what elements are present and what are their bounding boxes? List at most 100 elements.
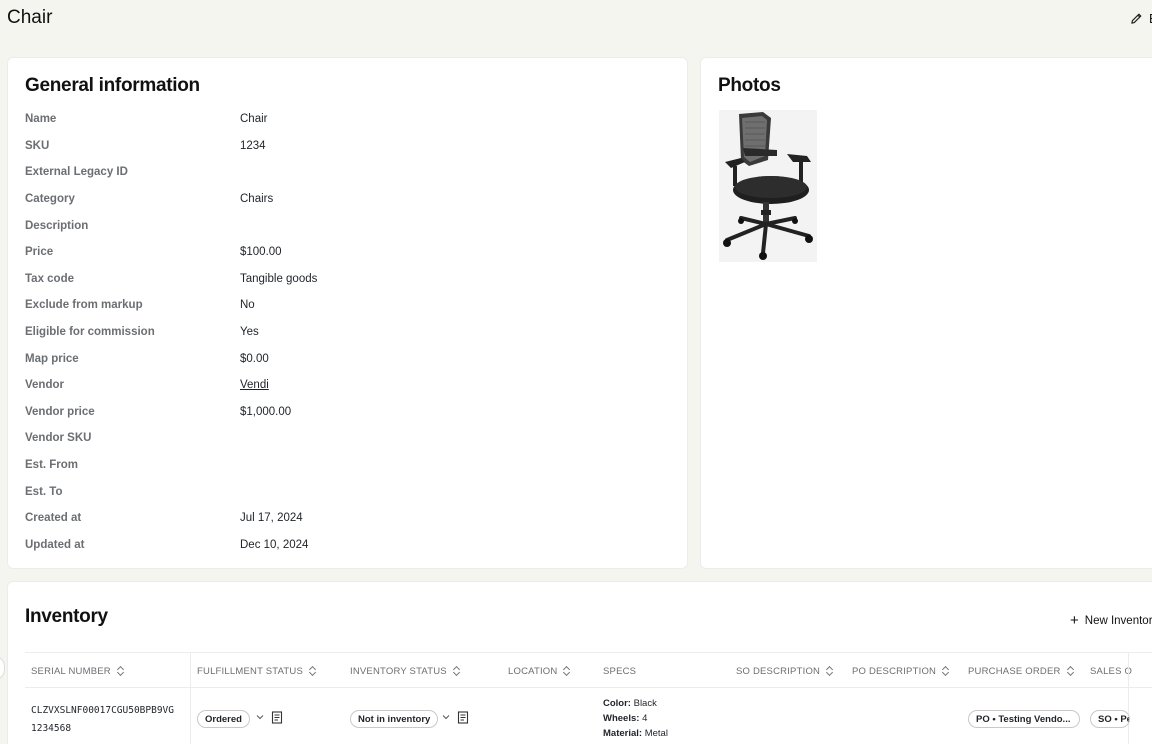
column-label: SO description: [736, 665, 821, 677]
column-header-po-description[interactable]: PO description: [852, 653, 949, 689]
sort-icon: [309, 666, 316, 676]
spec-material: Material: Metal: [603, 726, 668, 741]
purchase-order-link[interactable]: PO • Testing Vendo...: [968, 710, 1080, 728]
new-inventory-label: New Inventor: [1084, 614, 1152, 627]
column-label: Specs: [603, 665, 637, 677]
chevron-down-icon[interactable]: [442, 713, 450, 721]
spec-wheels: Wheels: 4: [603, 711, 668, 726]
info-row-tax-code: Tax code Tangible goods: [25, 266, 665, 293]
inventory-table-header: Serial number Fulfillment status Invento…: [25, 652, 1152, 688]
info-row-vendor-sku: Vendor SKU: [25, 425, 665, 452]
spec-key: Wheels:: [603, 713, 640, 724]
info-row-vendor: Vendor Vendi: [25, 372, 665, 399]
info-value: Chair: [240, 113, 268, 126]
column-header-inventory-status[interactable]: Inventory status: [350, 653, 460, 689]
info-label: Exclude from markup: [25, 299, 143, 312]
info-label: Map price: [25, 352, 79, 365]
column-label: Location: [508, 665, 558, 677]
sort-icon: [942, 666, 949, 676]
info-value: Chairs: [240, 193, 274, 206]
spec-value: 4: [642, 713, 648, 724]
general-information-heading: General information: [25, 75, 200, 96]
chair-photo[interactable]: [719, 110, 817, 262]
column-label: Inventory status: [350, 665, 447, 677]
info-row-price: Price $100.00: [25, 239, 665, 266]
column-label: Sales o: [1090, 665, 1133, 677]
sort-icon: [117, 666, 124, 676]
info-value: No: [240, 299, 255, 312]
inventory-card: Inventory + New Inventor Serial number F…: [7, 581, 1152, 744]
info-row-est-to: Est. To: [25, 478, 665, 505]
edit-button[interactable]: E: [1130, 11, 1152, 26]
info-value: $1,000.00: [240, 405, 292, 418]
sort-icon: [453, 666, 460, 676]
sidebar-toggle-handle[interactable]: [0, 655, 5, 681]
info-row-description: Description: [25, 212, 665, 239]
fulfillment-status-badge[interactable]: Ordered: [197, 710, 250, 728]
serial-number-cell: CLZVXSLNF00017CGU50BPB9VG 1234568: [31, 702, 174, 738]
pencil-icon: [1131, 13, 1142, 24]
info-label: Est. To: [25, 485, 63, 498]
info-row-created-at: Created at Jul 17, 2024: [25, 505, 665, 532]
column-header-specs: Specs: [603, 653, 636, 689]
info-row-category: Category Chairs: [25, 186, 665, 213]
photos-card: Photos: [700, 57, 1152, 569]
info-label: SKU: [25, 139, 50, 152]
info-label: Vendor price: [25, 405, 95, 418]
serial-number: CLZVXSLNF00017CGU50BPB9VG: [31, 705, 174, 716]
inventory-heading: Inventory: [25, 606, 108, 627]
vendor-link[interactable]: Vendi: [240, 379, 269, 391]
document-icon[interactable]: [271, 711, 283, 724]
info-label: Price: [25, 246, 54, 259]
info-label: Eligible for commission: [25, 326, 155, 339]
column-header-location[interactable]: Location: [508, 653, 570, 689]
column-header-serial-number[interactable]: Serial number: [31, 653, 124, 689]
info-label: Vendor: [25, 379, 64, 392]
info-label: External Legacy ID: [25, 166, 128, 179]
column-header-sales-order[interactable]: Sales o: [1090, 653, 1132, 689]
info-value: Dec 10, 2024: [240, 538, 309, 551]
plus-icon: +: [1070, 612, 1079, 629]
chevron-down-icon[interactable]: [256, 713, 264, 721]
info-value: $0.00: [240, 352, 269, 365]
info-label: Name: [25, 113, 57, 126]
info-label: Category: [25, 193, 75, 206]
table-row[interactable]: CLZVXSLNF00017CGU50BPB9VG 1234568 Ordere…: [25, 688, 1152, 744]
info-label: Description: [25, 219, 89, 232]
info-value: $100.00: [240, 246, 282, 259]
inventory-status-badge[interactable]: Not in inventory: [350, 710, 439, 728]
info-list: Name Chair SKU 1234 External Legacy ID Cat…: [25, 106, 665, 558]
column-header-fulfillment-status[interactable]: Fulfillment status: [197, 653, 316, 689]
column-label: PO description: [852, 665, 937, 677]
new-inventory-button[interactable]: + New Inventor: [1070, 613, 1152, 628]
info-row-eligible-for-commission: Eligible for commission Yes: [25, 319, 665, 346]
sort-icon: [1067, 666, 1074, 676]
document-icon[interactable]: [457, 711, 469, 724]
column-header-purchase-order[interactable]: Purchase order: [968, 653, 1074, 689]
spec-key: Material:: [603, 728, 643, 739]
sort-icon: [563, 666, 570, 676]
info-label: Tax code: [25, 272, 74, 285]
general-information-card: General information Name Chair SKU 1234 Ex…: [7, 57, 688, 569]
specs-cell: Color: Black Wheels: 4 Material: Metal: [603, 696, 668, 741]
info-value: Yes: [240, 326, 259, 339]
spec-value: Metal: [644, 728, 668, 739]
info-row-sku: SKU 1234: [25, 133, 665, 160]
info-row-vendor-price: Vendor price $1,000.00: [25, 399, 665, 426]
info-row-exclude-from-markup: Exclude from markup No: [25, 292, 665, 319]
info-label: Est. From: [25, 459, 79, 472]
spec-color: Color: Black: [603, 696, 668, 711]
sales-order-link[interactable]: SO • Pe: [1090, 710, 1130, 728]
office-chair-image: [719, 110, 817, 262]
column-label: Fulfillment status: [197, 665, 304, 677]
info-row-map-price: Map price $0.00: [25, 345, 665, 372]
info-row-external-legacy-id: External Legacy ID: [25, 159, 665, 186]
sort-icon: [826, 666, 833, 676]
info-row-est-from: Est. From: [25, 452, 665, 479]
info-row-name: Name Chair: [25, 106, 665, 133]
spec-value: Black: [633, 698, 657, 709]
info-label: Updated at: [25, 538, 85, 551]
column-header-so-description[interactable]: SO description: [736, 653, 833, 689]
column-label: Serial number: [31, 665, 111, 677]
page-title: Chair: [7, 7, 53, 28]
